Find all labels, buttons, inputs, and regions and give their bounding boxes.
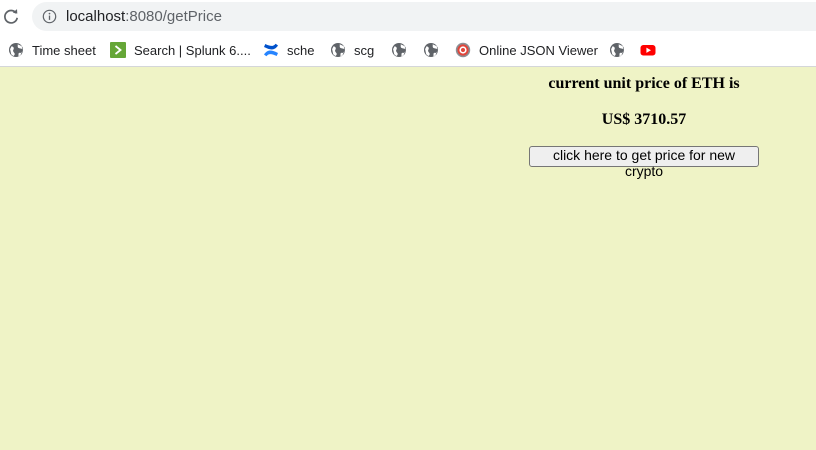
reload-icon[interactable] [2,8,20,26]
bookmark-unnamed-1[interactable] [391,39,407,61]
globe-icon [331,43,345,57]
bookmarks-bar: Time sheet Search | Splunk 6.... sche sc… [0,34,816,67]
bookmark-sche[interactable]: sche [263,39,314,61]
bookmark-label: Search | Splunk 6.... [134,42,251,58]
globe-icon [392,43,406,57]
splunk-icon [110,42,126,58]
address-bar[interactable]: localhost:8080/getPrice [32,2,816,31]
bookmark-label: sche [287,42,315,58]
url-host: localhost [66,8,126,25]
bookmark-youtube[interactable] [640,39,656,61]
bookmark-scg[interactable]: scg [330,39,374,61]
page-body: current unit price of ETH is US$ 3710.57… [0,67,816,450]
price-panel: current unit price of ETH is US$ 3710.57… [529,67,759,181]
confluence-icon [264,43,278,57]
bookmark-label: scg [354,42,375,58]
bookmark-time-sheet[interactable]: Time sheet [8,39,96,61]
bookmark-online-json-viewer[interactable]: Online JSON Viewer [455,39,598,61]
bookmark-unnamed-2[interactable] [423,39,439,61]
bookmark-splunk-search[interactable]: Search | Splunk 6.... [110,39,251,61]
url-path: :8080/getPrice [125,8,222,25]
bookmark-label: Time sheet [32,42,96,58]
globe-icon [610,43,624,57]
json-viewer-icon [455,42,471,58]
bookmark-label: Online JSON Viewer [479,42,598,58]
info-icon[interactable] [42,9,57,24]
price-value: US$ 3710.57 [601,111,687,128]
globe-icon [9,43,23,57]
browser-toolbar: localhost:8080/getPrice [0,0,816,34]
youtube-icon [640,45,656,56]
globe-icon [424,43,438,57]
new-crypto-price-button[interactable]: click here to get price for new crypto [529,146,759,179]
bookmark-unnamed-3[interactable] [609,39,625,61]
price-heading: current unit price of ETH is [548,75,740,92]
url-text: localhost:8080/getPrice [66,8,222,25]
